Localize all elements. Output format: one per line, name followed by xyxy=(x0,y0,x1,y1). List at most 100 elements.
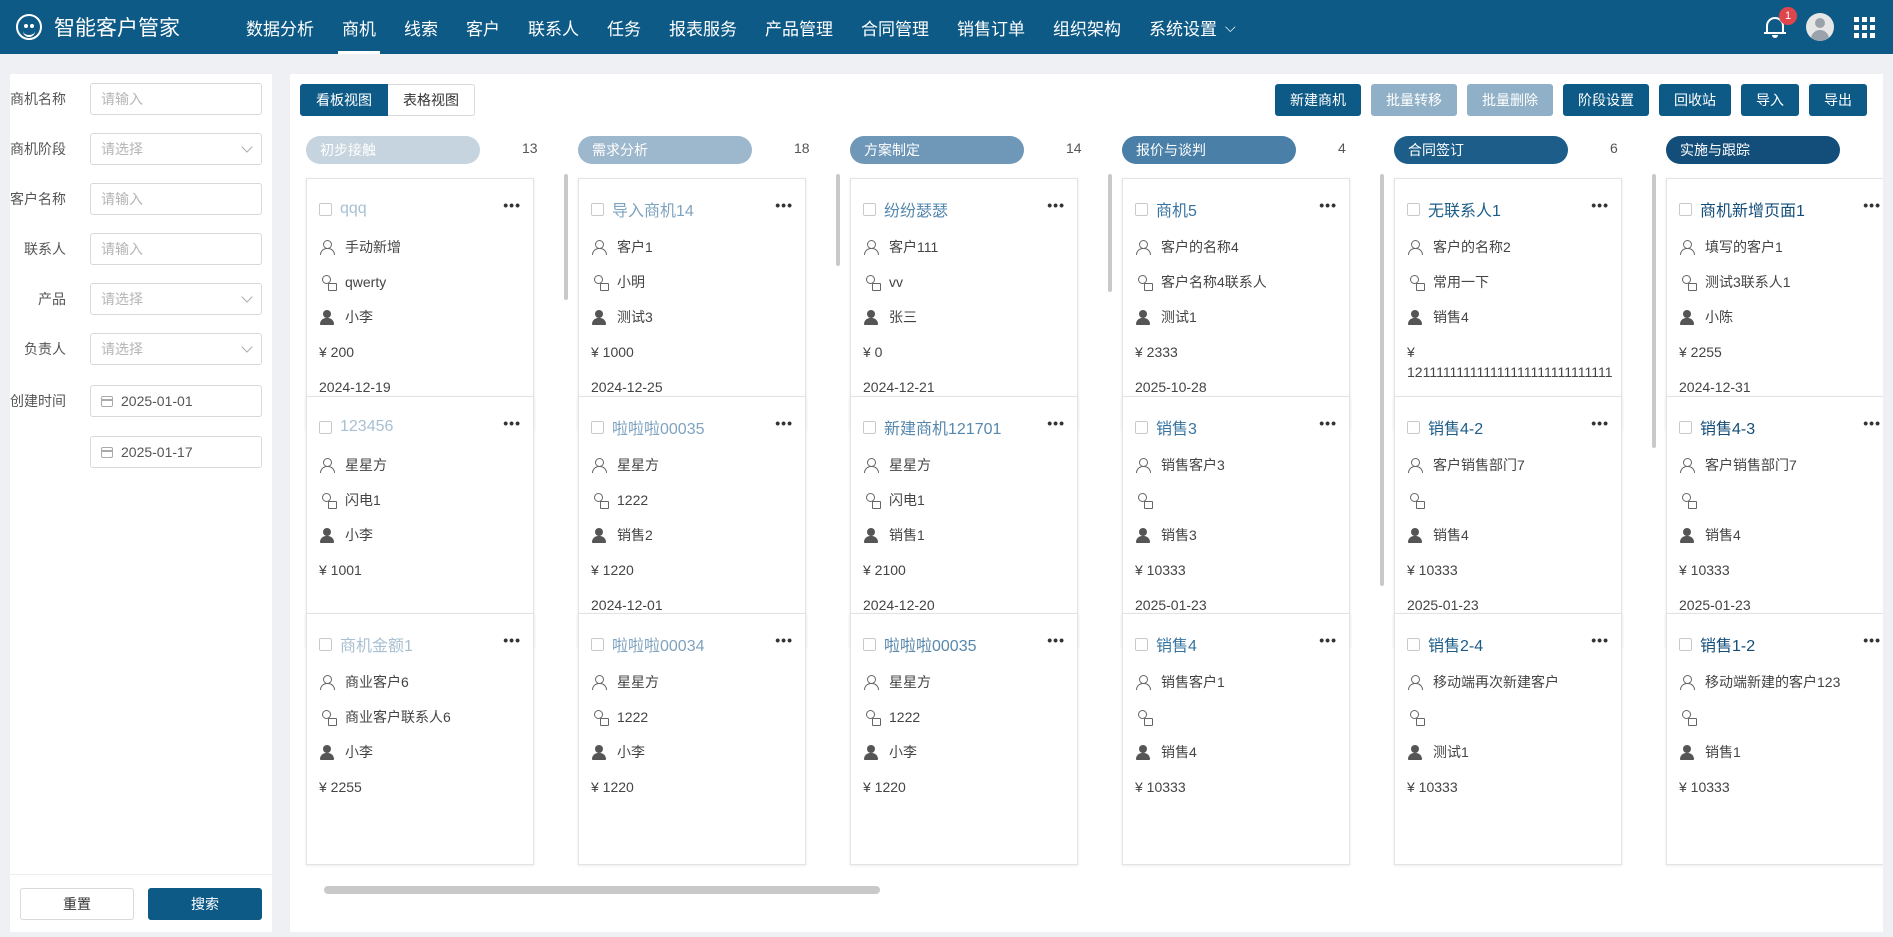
card-checkbox[interactable] xyxy=(1135,637,1148,651)
created-start-date-input[interactable]: 2025-01-01 xyxy=(90,385,262,417)
opportunity-card[interactable]: 销售4-3 ••• 客户销售部门7 销售4 ¥ 10333 2025-01-23 xyxy=(1666,396,1883,648)
opportunity-card[interactable]: 啦啦啦00034 ••• 星星方 1222 小李 ¥ 1220 xyxy=(578,613,806,865)
opportunity-card[interactable]: 新建商机121701 ••• 星星方 闪电1 销售1 ¥ 2100 2024-12-20 xyxy=(850,396,1078,648)
card-title[interactable]: 销售4-2 xyxy=(1428,415,1483,439)
card-checkbox[interactable] xyxy=(1135,420,1148,434)
card-title[interactable]: 啦啦啦00034 xyxy=(612,632,705,656)
more-icon[interactable]: ••• xyxy=(1591,415,1609,431)
card-title[interactable]: 销售4-3 xyxy=(1700,415,1755,439)
more-icon[interactable]: ••• xyxy=(503,415,521,431)
card-title[interactable]: 销售1-2 xyxy=(1700,632,1755,656)
card-checkbox[interactable] xyxy=(591,420,604,434)
card-title[interactable]: 啦啦啦00035 xyxy=(884,632,977,656)
board-horizontal-scrollbar[interactable] xyxy=(324,886,880,894)
nav-item-8[interactable]: 合同管理 xyxy=(847,0,943,54)
contact-input[interactable]: 请输入 xyxy=(90,233,262,265)
card-checkbox[interactable] xyxy=(319,637,332,651)
opportunity-card[interactable]: 销售4 ••• 销售客户1 销售4 ¥ 10333 xyxy=(1122,613,1350,865)
stage-select[interactable]: 请选择 xyxy=(90,133,262,165)
opportunity-card[interactable]: 销售1-2 ••• 移动端新建的客户123 销售1 ¥ 10333 xyxy=(1666,613,1883,865)
stage-header[interactable]: 合同签订 xyxy=(1394,136,1568,164)
card-checkbox[interactable] xyxy=(591,202,604,216)
stage-settings-button[interactable]: 阶段设置 xyxy=(1563,84,1649,116)
tab-table-view[interactable]: 表格视图 xyxy=(388,84,475,116)
opportunity-card[interactable]: 商机5 ••• 客户的名称4 客户名称4联系人 测试1 ¥ 2333 2025-10-28 xyxy=(1122,178,1350,430)
nav-item-9[interactable]: 销售订单 xyxy=(943,0,1039,54)
app-logo[interactable]: 智能客户管家 xyxy=(16,12,216,42)
opportunity-card[interactable]: 无联系人1 ••• 客户的名称2 常用一下 销售4 ¥121111111111111111… xyxy=(1394,178,1622,430)
opportunity-card[interactable]: 纷纷瑟瑟 ••• 客户111 vv 张三 ¥ 0 2024-12-21 xyxy=(850,178,1078,430)
card-checkbox[interactable] xyxy=(591,637,604,651)
more-icon[interactable]: ••• xyxy=(1591,197,1609,213)
card-title[interactable]: 无联系人1 xyxy=(1428,197,1501,221)
nav-item-7[interactable]: 产品管理 xyxy=(751,0,847,54)
card-checkbox[interactable] xyxy=(863,420,876,434)
nav-item-0[interactable]: 数据分析 xyxy=(232,0,328,54)
export-button[interactable]: 导出 xyxy=(1809,84,1867,116)
tab-kanban-view[interactable]: 看板视图 xyxy=(300,84,388,116)
opportunity-card[interactable]: 销售4-2 ••• 客户销售部门7 销售4 ¥ 10333 2025-01-23 xyxy=(1394,396,1622,648)
opportunity-card[interactable]: 商机新增页面1 ••• 填写的客户1 测试3联系人1 小陈 ¥ 2255 2024-12-3… xyxy=(1666,178,1883,430)
stage-header[interactable]: 初步接触 xyxy=(306,136,480,164)
nav-item-5[interactable]: 任务 xyxy=(593,0,655,54)
card-checkbox[interactable] xyxy=(1407,202,1420,216)
new-opportunity-button[interactable]: 新建商机 xyxy=(1275,84,1361,116)
card-checkbox[interactable] xyxy=(863,637,876,651)
nav-item-11[interactable]: 系统设置 ⌵ xyxy=(1135,0,1250,54)
more-icon[interactable]: ••• xyxy=(1319,415,1337,431)
opportunity-card[interactable]: 销售3 ••• 销售客户3 销售3 ¥ 10333 2025-01-23 xyxy=(1122,396,1350,648)
stage-header[interactable]: 报价与谈判 xyxy=(1122,136,1296,164)
card-checkbox[interactable] xyxy=(319,202,332,216)
more-icon[interactable]: ••• xyxy=(1863,415,1881,431)
more-icon[interactable]: ••• xyxy=(775,632,793,648)
opportunity-card[interactable]: 啦啦啦00035 ••• 星星方 1222 小李 ¥ 1220 xyxy=(850,613,1078,865)
nav-item-1[interactable]: 商机 xyxy=(328,0,390,54)
card-checkbox[interactable] xyxy=(1407,420,1420,434)
more-icon[interactable]: ••• xyxy=(503,632,521,648)
opportunity-card[interactable]: 导入商机14 ••• 客户1 小明 测试3 ¥ 1000 2024-12-25 xyxy=(578,178,806,430)
owner-select[interactable]: 请选择 xyxy=(90,333,262,365)
card-title[interactable]: 商机新增页面1 xyxy=(1700,197,1805,221)
opportunity-card[interactable]: 啦啦啦00035 ••• 星星方 1222 销售2 ¥ 1220 2024-12-01 xyxy=(578,396,806,648)
batch-transfer-button[interactable]: 批量转移 xyxy=(1371,84,1457,116)
card-title[interactable]: 123456 xyxy=(340,418,393,436)
more-icon[interactable]: ••• xyxy=(1319,632,1337,648)
more-icon[interactable]: ••• xyxy=(1863,197,1881,213)
search-button[interactable]: 搜索 xyxy=(148,887,262,920)
batch-delete-button[interactable]: 批量删除 xyxy=(1467,84,1553,116)
opportunity-card[interactable]: 商机金额1 ••• 商业客户6 商业客户联系人6 小李 ¥ 2255 xyxy=(306,613,534,865)
card-title[interactable]: 商机5 xyxy=(1156,197,1197,221)
nav-item-10[interactable]: 组织架构 xyxy=(1039,0,1135,54)
notification-bell-icon[interactable]: 1 xyxy=(1764,7,1797,39)
card-checkbox[interactable] xyxy=(863,202,876,216)
more-icon[interactable]: ••• xyxy=(1047,415,1065,431)
opportunity-name-input[interactable]: 请输入 xyxy=(90,83,262,115)
opportunity-card[interactable]: 销售2-4 ••• 移动端再次新建客户 测试1 ¥ 10333 xyxy=(1394,613,1622,865)
card-title[interactable]: 商机金额1 xyxy=(340,632,413,656)
nav-item-6[interactable]: 报表服务 xyxy=(655,0,751,54)
more-icon[interactable]: ••• xyxy=(503,197,521,213)
stage-header[interactable]: 需求分析 xyxy=(578,136,752,164)
card-title[interactable]: 纷纷瑟瑟 xyxy=(884,197,948,221)
stage-header[interactable]: 实施与跟踪 xyxy=(1666,136,1840,164)
nav-item-3[interactable]: 客户 xyxy=(452,0,514,54)
more-icon[interactable]: ••• xyxy=(775,197,793,213)
more-icon[interactable]: ••• xyxy=(1319,197,1337,213)
more-icon[interactable]: ••• xyxy=(1047,197,1065,213)
card-checkbox[interactable] xyxy=(1407,637,1420,651)
card-title[interactable]: 导入商机14 xyxy=(612,197,694,221)
card-title[interactable]: 销售4 xyxy=(1156,632,1197,656)
card-checkbox[interactable] xyxy=(1135,202,1148,216)
app-grid-icon[interactable] xyxy=(1854,16,1875,38)
more-icon[interactable]: ••• xyxy=(1047,632,1065,648)
created-end-date-input[interactable]: 2025-01-17 xyxy=(90,436,262,468)
product-select[interactable]: 请选择 xyxy=(90,283,262,315)
nav-item-2[interactable]: 线索 xyxy=(390,0,452,54)
card-checkbox[interactable] xyxy=(1679,637,1692,651)
stage-header[interactable]: 方案制定 xyxy=(850,136,1024,164)
reset-button[interactable]: 重置 xyxy=(20,887,134,920)
import-button[interactable]: 导入 xyxy=(1741,84,1799,116)
more-icon[interactable]: ••• xyxy=(1591,632,1609,648)
card-title[interactable]: qqq xyxy=(340,200,367,218)
card-title[interactable]: 销售2-4 xyxy=(1428,632,1483,656)
